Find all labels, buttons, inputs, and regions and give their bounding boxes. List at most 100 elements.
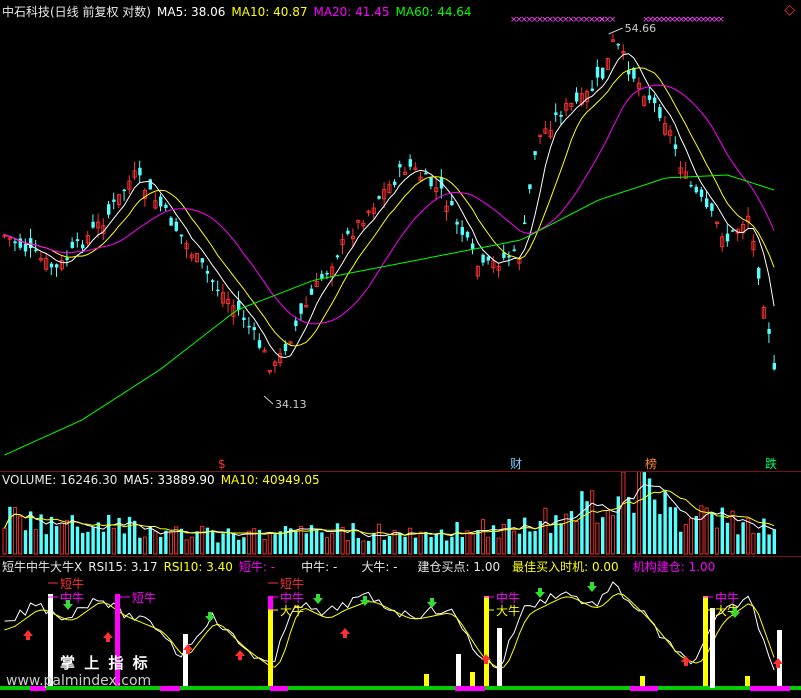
volume-bar	[382, 539, 386, 554]
candle-body	[252, 327, 256, 331]
volume-bar	[216, 542, 220, 554]
candle-body	[429, 177, 433, 187]
volume-header: VOLUME: 16246.30 MA5: 33889.90 MA10: 40949…	[2, 473, 326, 487]
rsi15-label: RSI15: 3.17	[88, 560, 158, 574]
volume-bar	[757, 532, 761, 554]
up-arrow-icon	[235, 650, 245, 660]
volume-bar	[356, 537, 360, 554]
volume-bar	[273, 534, 277, 554]
candle-body	[616, 43, 620, 46]
volume-bar	[164, 530, 168, 554]
volume-bar	[767, 534, 771, 554]
stock-title: 中石科技(日线 前复权 对数)	[2, 5, 151, 19]
volume-bar	[376, 523, 382, 555]
volume-bar	[246, 530, 252, 555]
candle-body	[460, 227, 464, 235]
volume-bar	[44, 534, 48, 554]
candle-body	[725, 233, 730, 242]
signal-column	[497, 628, 502, 686]
volume-bar	[465, 530, 470, 555]
diamond-icon[interactable]: ◇	[784, 2, 795, 18]
volume-bar	[283, 526, 288, 554]
volume-bar	[549, 533, 553, 554]
volume-bar	[621, 472, 626, 555]
watermark-url: www.palmindex.com	[6, 673, 152, 689]
signal-mark: ×	[717, 15, 725, 25]
volume-bar	[741, 522, 745, 554]
indicator-header: 短牛中牛大牛X RSI15: 3.17 RSI10: 3.40 短牛: - 中牛: - 大…	[2, 558, 721, 575]
down-arrow-icon	[360, 596, 370, 606]
big-bull-tag: 大牛	[280, 603, 304, 618]
candle-body	[424, 172, 428, 175]
mid-bull-tag: 中牛	[715, 590, 739, 605]
volume-bar	[168, 532, 174, 555]
volume-bar	[361, 540, 366, 555]
candle-body	[34, 249, 38, 252]
volume-bar	[569, 511, 574, 554]
signal-strip	[750, 686, 790, 691]
down-arrow-icon	[535, 588, 545, 598]
volume-bar	[408, 527, 413, 555]
volume-bar	[580, 491, 584, 554]
volume-bar	[262, 539, 267, 555]
volume-bar	[242, 537, 246, 554]
volume-bar	[29, 511, 33, 554]
volume-bar	[8, 506, 12, 554]
volume-bar	[33, 529, 38, 555]
candle-body	[377, 196, 381, 199]
volume-bar	[107, 514, 111, 554]
candle-body	[70, 241, 74, 248]
price-header: 中石科技(日线 前复权 对数) MA5: 38.06 MA10: 40.87 MA20…	[2, 3, 478, 20]
signal-column	[777, 630, 782, 686]
signal-column	[268, 596, 273, 610]
candle-body	[247, 325, 251, 328]
candle-body	[169, 217, 173, 226]
volume-bar	[512, 530, 517, 555]
event-marker: 榜	[645, 456, 657, 471]
volume-bar	[267, 532, 272, 555]
volume-bar	[507, 518, 511, 554]
volume-bar	[133, 520, 137, 554]
price-chart[interactable]: 54.6634.13××××××××××××××××××××× ×××××××××…	[0, 0, 801, 472]
volume-bar	[200, 525, 205, 555]
volume-bar	[398, 532, 402, 554]
volume-bar	[679, 531, 683, 554]
volume-bar	[403, 536, 407, 554]
volume-bar	[294, 531, 298, 554]
candle-body	[595, 66, 600, 78]
volume-bar	[179, 528, 184, 554]
watermark-title: 掌 上 指 标	[60, 654, 150, 672]
candle-body	[283, 343, 288, 351]
candle-body	[179, 234, 184, 237]
volume-bar	[564, 513, 569, 555]
volume-bar	[335, 523, 340, 554]
volume-bar	[610, 515, 616, 555]
volume-bar	[616, 496, 620, 554]
price-panel[interactable]: 中石科技(日线 前复权 对数) MA5: 38.06 MA10: 40.87 MA20…	[0, 0, 801, 472]
volume-panel[interactable]: VOLUME: 16246.30 MA5: 33889.90 MA10: 40949…	[0, 472, 801, 556]
candle-body	[590, 88, 594, 91]
volume-bar	[543, 507, 548, 555]
signal-column	[745, 676, 750, 686]
candle-body	[554, 112, 558, 115]
candle-body	[325, 272, 329, 275]
volume-bar	[528, 531, 532, 554]
indicator-panel[interactable]: 短牛中牛大牛X RSI15: 3.17 RSI10: 3.40 短牛: - 中牛: - 大…	[0, 556, 801, 698]
candle-body	[49, 263, 54, 268]
candle-body	[13, 241, 17, 244]
volume-bar	[746, 518, 751, 555]
candle-body	[174, 221, 178, 231]
candle-body	[512, 249, 516, 251]
inst-build-label: 机构建仓: 1.00	[632, 560, 716, 574]
candle-body	[65, 257, 69, 260]
candle-body	[455, 221, 459, 225]
volume-bar	[429, 536, 433, 554]
ma10-label: MA10: 40.87	[231, 5, 308, 19]
candle-body	[55, 264, 59, 268]
candle-body	[647, 95, 652, 100]
volume-bar	[304, 533, 308, 554]
candle-body	[689, 184, 693, 187]
volume-bar	[517, 533, 522, 554]
volume-bar	[320, 532, 324, 554]
volume-bar	[351, 523, 355, 554]
